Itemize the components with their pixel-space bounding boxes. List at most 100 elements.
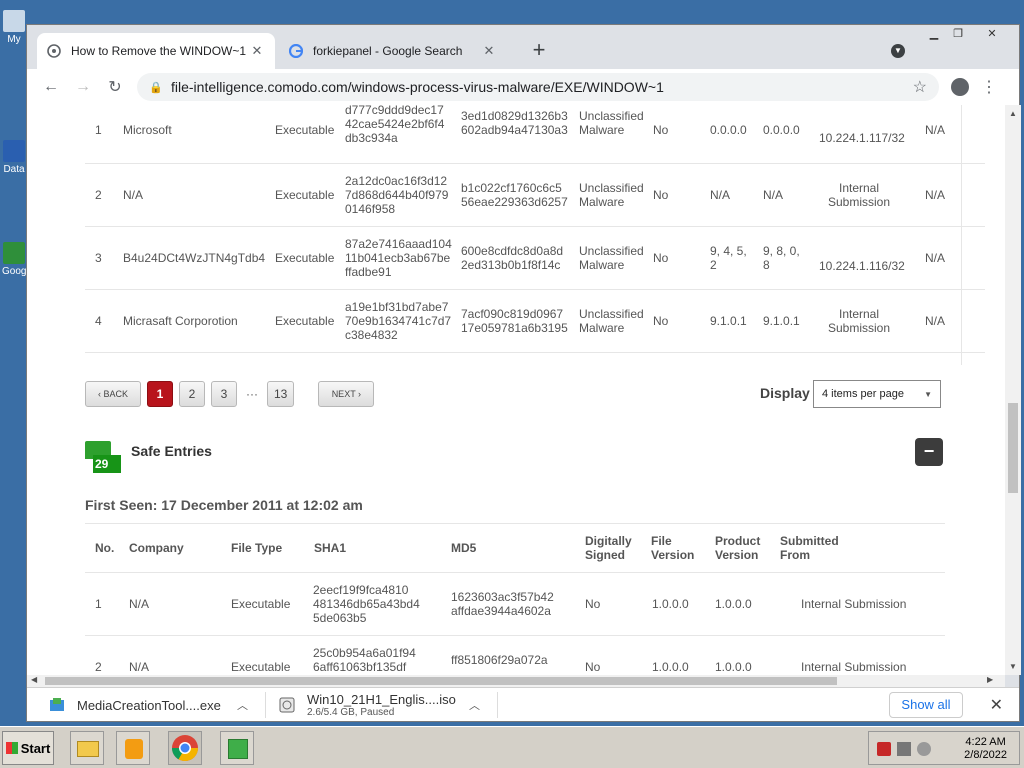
cell-no: 4 bbox=[95, 314, 102, 328]
google-icon bbox=[289, 44, 303, 58]
cell-md5: 3ed1d0829d1326b3 602adb94a47130a3 bbox=[461, 109, 568, 137]
close-icon[interactable]: ✕ bbox=[990, 695, 1003, 715]
cell-signed: No bbox=[585, 660, 601, 674]
cell-verdict: Unclassified Malware bbox=[579, 181, 644, 209]
cell-no: 3 bbox=[95, 251, 102, 265]
window-close-button[interactable]: ✕ bbox=[981, 27, 1003, 43]
page-3-button[interactable]: 3 bbox=[211, 381, 237, 407]
clock[interactable]: 4:22 AM 2/8/2022 bbox=[964, 736, 1007, 762]
cell-submitted: Internal Submission bbox=[801, 660, 907, 674]
scroll-thumb[interactable] bbox=[1008, 403, 1018, 493]
scroll-thumb[interactable] bbox=[45, 677, 837, 685]
cell-signed: No bbox=[653, 251, 669, 265]
cell-extra: N/A bbox=[925, 251, 946, 265]
chrome-logo-icon bbox=[171, 735, 199, 762]
cell-submitted: Internal Submission bbox=[827, 307, 891, 335]
tab-google-search[interactable]: forkiepanel - Google Search ✕ bbox=[279, 33, 507, 69]
cell-verdict: Unclassified Malware bbox=[579, 307, 644, 335]
installer-icon bbox=[50, 698, 64, 711]
taskbar: Start 4:22 AM 2/8/2022 bbox=[0, 726, 1024, 768]
chevron-up-icon[interactable]: ︿ bbox=[469, 697, 480, 713]
column-header: No. bbox=[95, 541, 115, 555]
show-all-button[interactable]: Show all bbox=[889, 692, 963, 718]
cell-file-version: 9.1.0.1 bbox=[710, 314, 747, 328]
cell-md5: 600e8cdfdc8d0a8d 2ed313b0b1f8f14c bbox=[461, 244, 564, 272]
collapse-button[interactable]: − bbox=[915, 438, 943, 466]
download-filename: MediaCreationTool....exe bbox=[77, 697, 221, 713]
cell-signed: No bbox=[653, 188, 669, 202]
address-bar[interactable]: 🔒 file-intelligence.comodo.com/windows-p… bbox=[137, 73, 939, 101]
table-row: 2 N/A Executable 2a12dc0ac16f3d12 7d868d… bbox=[85, 164, 985, 227]
minimize-button[interactable]: ▁ bbox=[923, 27, 945, 43]
toolbar: ← → ↻ 🔒 file-intelligence.comodo.com/win… bbox=[27, 69, 1019, 105]
bookmark-star-icon[interactable]: ☆ bbox=[913, 77, 927, 97]
desktop-icon-label: Data bbox=[3, 164, 25, 175]
desktop-icon-data[interactable]: Data bbox=[2, 140, 26, 175]
cell-sha1: 2a12dc0ac16f3d12 7d868d644b40f979 0146f9… bbox=[345, 174, 449, 216]
menu-kebab-icon[interactable]: ⋮ bbox=[981, 77, 997, 97]
forward-button[interactable]: → bbox=[67, 78, 99, 96]
file-explorer-icon[interactable] bbox=[70, 731, 104, 765]
cell-verdict: Unclassified Malware bbox=[579, 244, 644, 272]
cell-product-version: 9.1.0.1 bbox=[763, 314, 800, 328]
cell-verdict: Unclassified Malware bbox=[579, 109, 644, 137]
items-per-page-select[interactable]: 4 items per page ▼ bbox=[813, 380, 941, 408]
back-button[interactable]: ← bbox=[35, 78, 67, 96]
cell-sha1: d777c9ddd9dec17 42cae5424e2bf6f4 db3c934… bbox=[345, 105, 445, 145]
back-page-button[interactable]: ‹ BACK bbox=[85, 381, 141, 407]
cell-file-version: 1.0.0.0 bbox=[652, 660, 689, 674]
cell-company: Microsoft bbox=[123, 123, 172, 137]
volume-icon[interactable] bbox=[917, 742, 931, 756]
cell-submitted: Internal Submission bbox=[801, 597, 907, 611]
cell-extra: N/A bbox=[925, 188, 946, 202]
chrome-icon[interactable] bbox=[168, 731, 202, 765]
cell-md5: 7acf090c819d0967 17e059781a6b3195 bbox=[461, 307, 568, 335]
scroll-up-icon[interactable]: ▲ bbox=[1009, 109, 1017, 118]
close-icon[interactable]: ✕ bbox=[249, 43, 265, 59]
chevron-down-icon: ▼ bbox=[924, 389, 932, 399]
url-text: file-intelligence.comodo.com/windows-pro… bbox=[171, 79, 664, 95]
windows-logo-icon bbox=[5, 742, 18, 754]
page-2-button[interactable]: 2 bbox=[179, 381, 205, 407]
restore-button[interactable]: ❐ bbox=[947, 27, 969, 43]
table-row: 1 Microsoft Executable d777c9ddd9dec17 4… bbox=[85, 105, 985, 164]
scroll-down-icon[interactable]: ▼ bbox=[1009, 662, 1017, 671]
pagination: ‹ BACK 1 2 3 ··· 13 NEXT › bbox=[85, 381, 375, 407]
next-page-button[interactable]: NEXT › bbox=[318, 381, 375, 407]
download-item[interactable]: Win10_21H1_Englis....iso 2.6/5.4 GB, Pau… bbox=[279, 688, 499, 722]
tab-strip: How to Remove the WINDOW~1 ✕ forkiepanel… bbox=[27, 25, 1019, 69]
start-button[interactable]: Start bbox=[2, 731, 54, 765]
cell-product-version: N/A bbox=[763, 188, 784, 202]
cell-md5: 1623603ac3f57b42 affdae3944a4602a bbox=[451, 590, 554, 618]
scroll-left-icon[interactable]: ◀ bbox=[31, 675, 37, 684]
desktop-icon-google[interactable]: Goog bbox=[2, 242, 26, 277]
scroll-right-icon[interactable]: ▶ bbox=[987, 675, 993, 684]
download-item[interactable]: MediaCreationTool....exe ︿ bbox=[49, 688, 259, 722]
network-icon[interactable] bbox=[897, 742, 911, 756]
close-icon[interactable]: ✕ bbox=[481, 43, 497, 59]
cell-signed: No bbox=[653, 123, 669, 137]
lock-icon: 🔒 bbox=[149, 82, 163, 94]
app-taskbar-icon[interactable] bbox=[220, 731, 254, 765]
vertical-scrollbar[interactable]: ▲ ▼ bbox=[1005, 105, 1021, 675]
cell-product-version: 0.0.0.0 bbox=[763, 123, 800, 137]
chevron-up-icon[interactable]: ︿ bbox=[237, 697, 248, 713]
download-status: 2.6/5.4 GB, Paused bbox=[307, 707, 395, 718]
cell-type: Executable bbox=[231, 597, 291, 611]
page-last-button[interactable]: 13 bbox=[267, 381, 295, 407]
clock-time: 4:22 AM bbox=[965, 736, 1006, 748]
pagination-ellipsis: ··· bbox=[246, 387, 258, 401]
tab-active[interactable]: How to Remove the WINDOW~1 ✕ bbox=[37, 33, 275, 69]
new-tab-button[interactable]: + bbox=[527, 39, 551, 61]
network-error-icon[interactable] bbox=[877, 742, 891, 756]
desktop-icon-my-computer[interactable]: My bbox=[2, 10, 26, 45]
cell-file-version: 9, 4, 5, 2 bbox=[710, 244, 747, 272]
profile-avatar-icon[interactable] bbox=[951, 78, 969, 96]
reload-button[interactable]: ↻ bbox=[99, 77, 131, 97]
cell-type: Executable bbox=[275, 123, 335, 137]
tab-search-button[interactable]: ▼ bbox=[891, 44, 905, 58]
section-title: Safe Entries bbox=[131, 443, 212, 459]
page-1-button[interactable]: 1 bbox=[147, 381, 173, 407]
media-player-icon[interactable] bbox=[116, 731, 150, 765]
horizontal-scrollbar[interactable]: ◀ ▶ bbox=[27, 675, 1005, 687]
